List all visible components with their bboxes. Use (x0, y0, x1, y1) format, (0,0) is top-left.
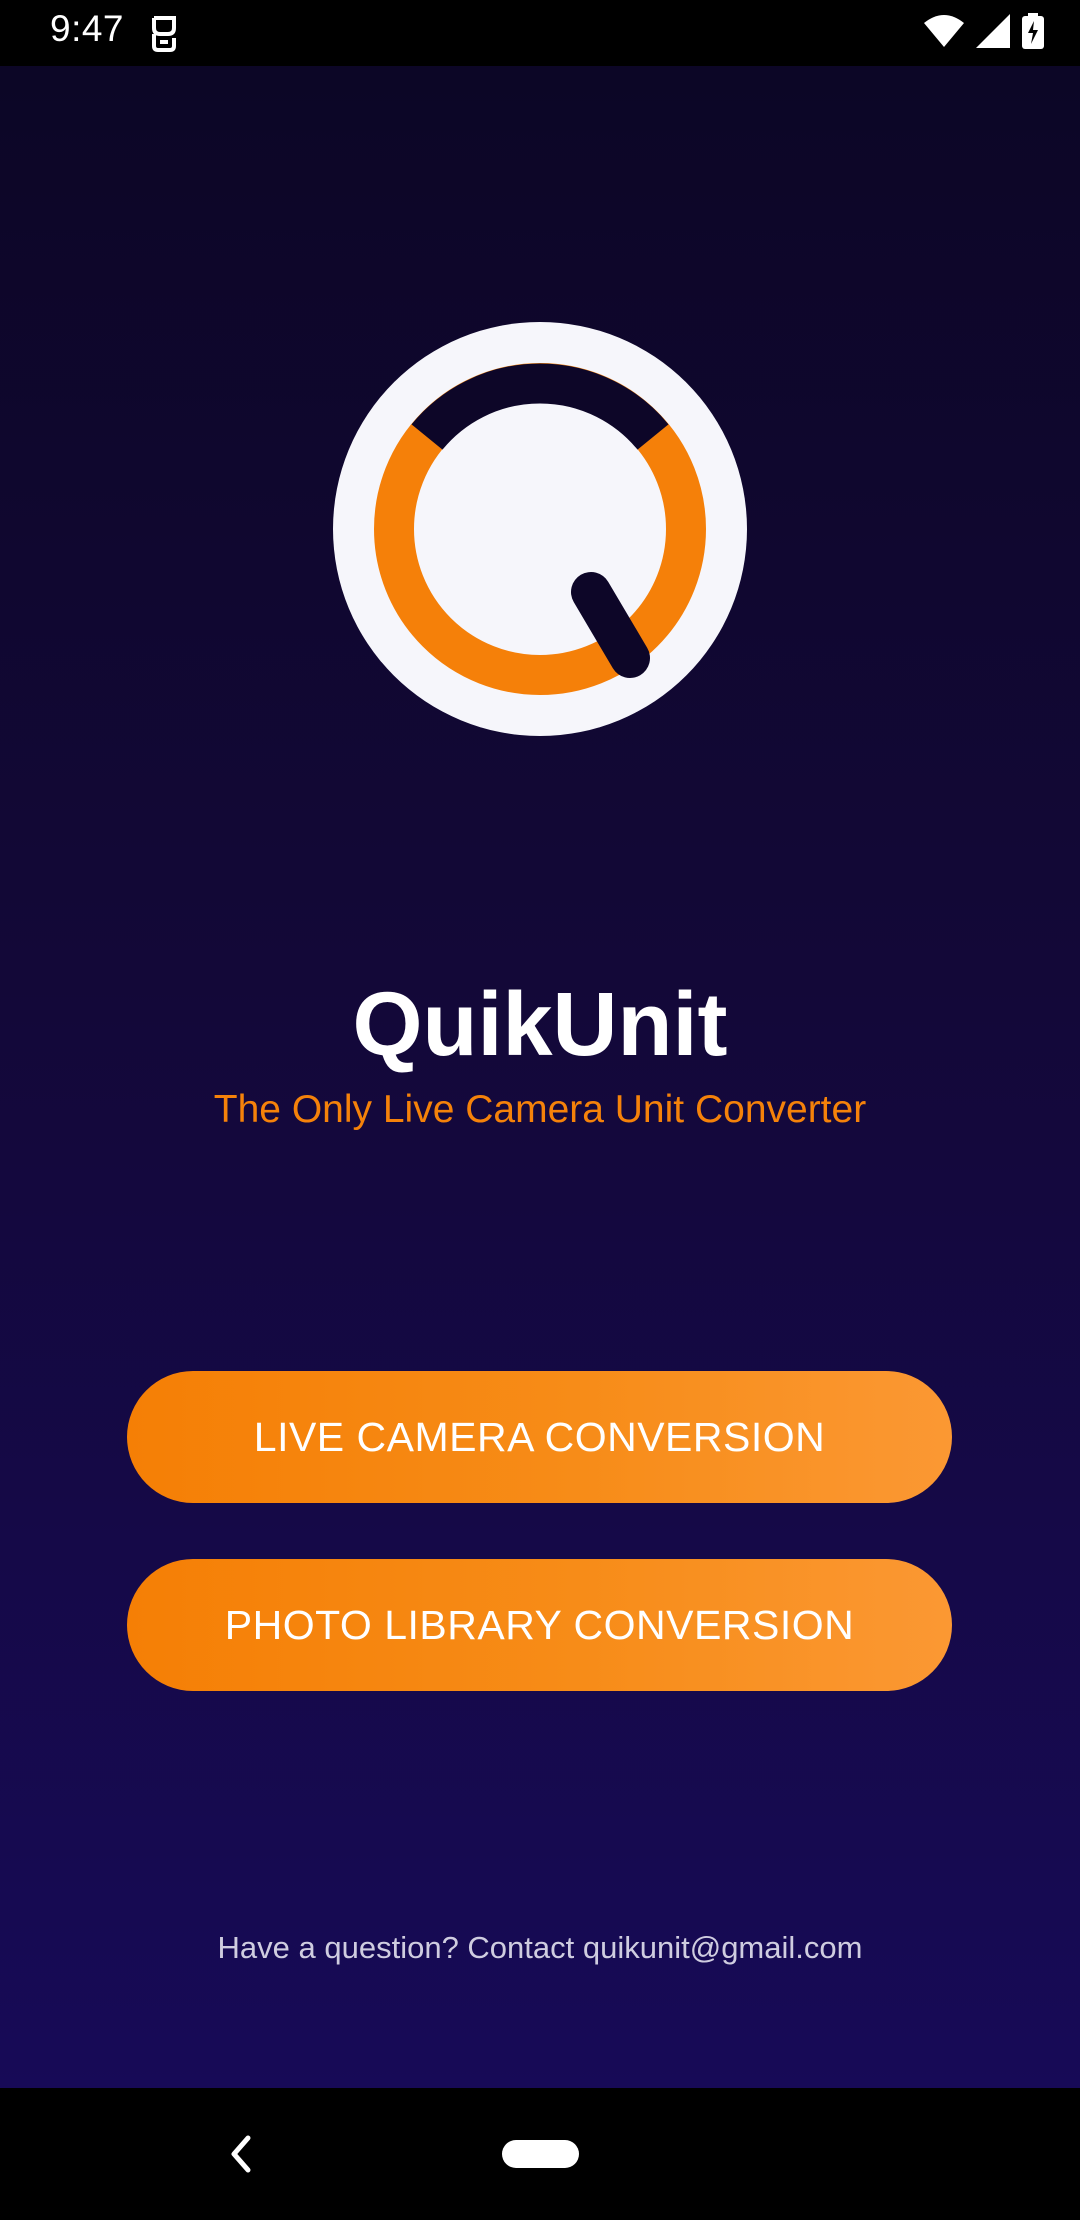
status-icons (924, 12, 1044, 54)
quikunit-logo (333, 322, 747, 736)
home-pill-icon[interactable] (502, 2140, 579, 2168)
status-bar: 9:47 (0, 0, 1080, 66)
signal-icon (976, 13, 1010, 53)
wifi-icon (924, 14, 964, 52)
app-title: QuikUnit (352, 975, 728, 1075)
home-screen: QuikUnit The Only Live Camera Unit Conve… (0, 66, 1080, 2088)
live-camera-conversion-button[interactable]: LIVE CAMERA CONVERSION (127, 1371, 952, 1503)
app-subtitle: The Only Live Camera Unit Converter (213, 1088, 867, 1131)
notification-icon (146, 14, 182, 52)
screen: 9:47 QuikUnit The Only Live Camera Unit … (0, 0, 1080, 2220)
photo-library-conversion-button[interactable]: PHOTO LIBRARY CONVERSION (127, 1559, 952, 1691)
contact-text[interactable]: Have a question? Contact quikunit@gmail.… (0, 1930, 1080, 1966)
status-time: 9:47 (50, 8, 125, 49)
back-icon[interactable] (222, 2132, 258, 2176)
battery-charging-icon (1022, 12, 1044, 54)
navigation-bar (0, 2088, 1080, 2220)
